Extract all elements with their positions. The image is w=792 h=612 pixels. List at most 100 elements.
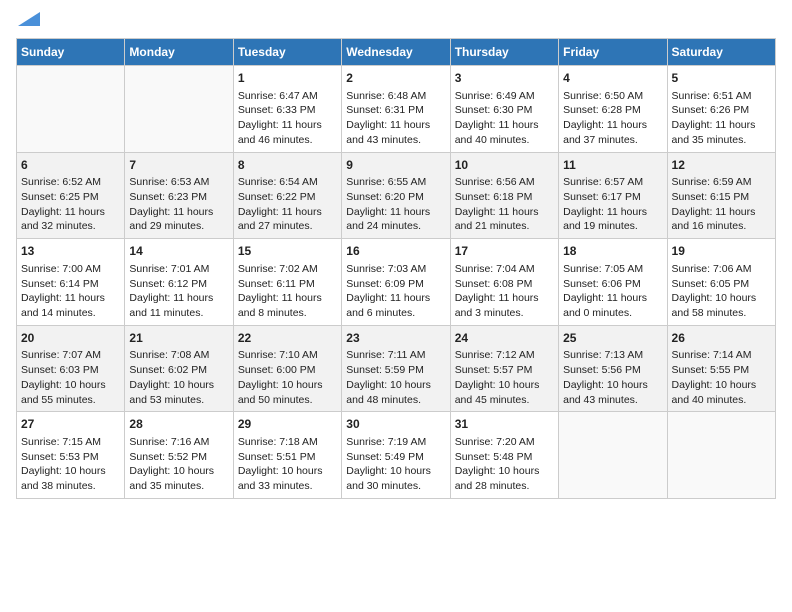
day-info: Sunrise: 7:16 AM Sunset: 5:52 PM Dayligh… [129,435,228,494]
day-info: Sunrise: 7:13 AM Sunset: 5:56 PM Dayligh… [563,348,662,407]
day-info: Sunrise: 7:01 AM Sunset: 6:12 PM Dayligh… [129,262,228,321]
calendar-cell [17,66,125,153]
day-number: 11 [563,157,662,174]
calendar-cell [667,412,775,499]
day-number: 4 [563,70,662,87]
day-number: 30 [346,416,445,433]
day-number: 31 [455,416,554,433]
day-number: 24 [455,330,554,347]
day-number: 13 [21,243,120,260]
day-number: 2 [346,70,445,87]
day-info: Sunrise: 7:18 AM Sunset: 5:51 PM Dayligh… [238,435,337,494]
day-info: Sunrise: 6:55 AM Sunset: 6:20 PM Dayligh… [346,175,445,234]
day-number: 5 [672,70,771,87]
day-info: Sunrise: 6:59 AM Sunset: 6:15 PM Dayligh… [672,175,771,234]
day-number: 26 [672,330,771,347]
day-info: Sunrise: 6:54 AM Sunset: 6:22 PM Dayligh… [238,175,337,234]
day-number: 3 [455,70,554,87]
day-info: Sunrise: 6:56 AM Sunset: 6:18 PM Dayligh… [455,175,554,234]
day-info: Sunrise: 7:10 AM Sunset: 6:00 PM Dayligh… [238,348,337,407]
calendar-cell: 12Sunrise: 6:59 AM Sunset: 6:15 PM Dayli… [667,152,775,239]
day-info: Sunrise: 6:49 AM Sunset: 6:30 PM Dayligh… [455,89,554,148]
day-info: Sunrise: 6:57 AM Sunset: 6:17 PM Dayligh… [563,175,662,234]
calendar-cell: 13 Sunrise: 7:00 AM Sunset: 6:14 PM Dayli… [17,239,125,326]
weekday-header-sunday: Sunday [17,39,125,66]
day-number: 15 [238,243,337,260]
day-number: 29 [238,416,337,433]
calendar-week-row: 6Sunrise: 6:52 AM Sunset: 6:25 PM Daylig… [17,152,776,239]
calendar-table: SundayMondayTuesdayWednesdayThursdayFrid… [16,38,776,499]
calendar-cell: 30 Sunrise: 7:19 AM Sunset: 5:49 PM Dayli… [342,412,450,499]
calendar-cell: 24Sunrise: 7:12 AM Sunset: 5:57 PM Dayli… [450,325,558,412]
day-number: 25 [563,330,662,347]
weekday-header-tuesday: Tuesday [233,39,341,66]
calendar-cell: 2 Sunrise: 6:48 AM Sunset: 6:31 PM Daylig… [342,66,450,153]
calendar-cell: 19Sunrise: 7:06 AM Sunset: 6:05 PM Dayli… [667,239,775,326]
day-number: 19 [672,243,771,260]
calendar-cell: 15 Sunrise: 7:02 AM Sunset: 6:11 PM Dayli… [233,239,341,326]
calendar-cell: 23Sunrise: 7:11 AM Sunset: 5:59 PM Dayli… [342,325,450,412]
calendar-cell: 9Sunrise: 6:55 AM Sunset: 6:20 PM Daylig… [342,152,450,239]
day-info: Sunrise: 7:15 AM Sunset: 5:53 PM Dayligh… [21,435,120,494]
calendar-cell: 21Sunrise: 7:08 AM Sunset: 6:02 PM Dayli… [125,325,233,412]
day-info: Sunrise: 7:04 AM Sunset: 6:08 PM Dayligh… [455,262,554,321]
day-info: Sunrise: 7:20 AM Sunset: 5:48 PM Dayligh… [455,435,554,494]
calendar-cell: 25Sunrise: 7:13 AM Sunset: 5:56 PM Dayli… [559,325,667,412]
calendar-cell: 14 Sunrise: 7:01 AM Sunset: 6:12 PM Dayli… [125,239,233,326]
day-info: Sunrise: 7:05 AM Sunset: 6:06 PM Dayligh… [563,262,662,321]
calendar-cell: 31 Sunrise: 7:20 AM Sunset: 5:48 PM Dayli… [450,412,558,499]
calendar-cell: 26Sunrise: 7:14 AM Sunset: 5:55 PM Dayli… [667,325,775,412]
calendar-week-row: 1Sunrise: 6:47 AM Sunset: 6:33 PM Daylig… [17,66,776,153]
calendar-cell [125,66,233,153]
day-number: 20 [21,330,120,347]
day-info: Sunrise: 7:02 AM Sunset: 6:11 PM Dayligh… [238,262,337,321]
weekday-header-saturday: Saturday [667,39,775,66]
calendar-cell: 18Sunrise: 7:05 AM Sunset: 6:06 PM Dayli… [559,239,667,326]
day-info: Sunrise: 7:19 AM Sunset: 5:49 PM Dayligh… [346,435,445,494]
day-number: 16 [346,243,445,260]
day-number: 27 [21,416,120,433]
calendar-cell: 29 Sunrise: 7:18 AM Sunset: 5:51 PM Dayli… [233,412,341,499]
calendar-cell: 16Sunrise: 7:03 AM Sunset: 6:09 PM Dayli… [342,239,450,326]
calendar-cell: 27 Sunrise: 7:15 AM Sunset: 5:53 PM Dayli… [17,412,125,499]
day-number: 7 [129,157,228,174]
weekday-header-wednesday: Wednesday [342,39,450,66]
day-info: Sunrise: 7:00 AM Sunset: 6:14 PM Dayligh… [21,262,120,321]
day-info: Sunrise: 6:48 AM Sunset: 6:31 PM Dayligh… [346,89,445,148]
calendar-cell: 6Sunrise: 6:52 AM Sunset: 6:25 PM Daylig… [17,152,125,239]
day-number: 22 [238,330,337,347]
weekday-header-friday: Friday [559,39,667,66]
day-number: 12 [672,157,771,174]
calendar-cell: 17 Sunrise: 7:04 AM Sunset: 6:08 PM Dayli… [450,239,558,326]
day-info: Sunrise: 6:50 AM Sunset: 6:28 PM Dayligh… [563,89,662,148]
day-number: 17 [455,243,554,260]
calendar-week-row: 20Sunrise: 7:07 AM Sunset: 6:03 PM Dayli… [17,325,776,412]
calendar-week-row: 27 Sunrise: 7:15 AM Sunset: 5:53 PM Dayli… [17,412,776,499]
calendar-week-row: 13 Sunrise: 7:00 AM Sunset: 6:14 PM Dayli… [17,239,776,326]
day-number: 8 [238,157,337,174]
day-info: Sunrise: 7:07 AM Sunset: 6:03 PM Dayligh… [21,348,120,407]
calendar-cell: 8Sunrise: 6:54 AM Sunset: 6:22 PM Daylig… [233,152,341,239]
weekday-header-thursday: Thursday [450,39,558,66]
logo [16,16,40,26]
day-number: 21 [129,330,228,347]
day-info: Sunrise: 7:12 AM Sunset: 5:57 PM Dayligh… [455,348,554,407]
calendar-cell: 28Sunrise: 7:16 AM Sunset: 5:52 PM Dayli… [125,412,233,499]
calendar-cell: 1Sunrise: 6:47 AM Sunset: 6:33 PM Daylig… [233,66,341,153]
day-info: Sunrise: 6:53 AM Sunset: 6:23 PM Dayligh… [129,175,228,234]
calendar-cell: 10Sunrise: 6:56 AM Sunset: 6:18 PM Dayli… [450,152,558,239]
calendar-header-row: SundayMondayTuesdayWednesdayThursdayFrid… [17,39,776,66]
day-number: 1 [238,70,337,87]
day-number: 14 [129,243,228,260]
day-number: 10 [455,157,554,174]
logo-icon [18,12,40,26]
calendar-cell: 22Sunrise: 7:10 AM Sunset: 6:00 PM Dayli… [233,325,341,412]
calendar-cell: 7Sunrise: 6:53 AM Sunset: 6:23 PM Daylig… [125,152,233,239]
page-header [16,16,776,26]
day-number: 23 [346,330,445,347]
calendar-cell: 3 Sunrise: 6:49 AM Sunset: 6:30 PM Daylig… [450,66,558,153]
calendar-cell: 20Sunrise: 7:07 AM Sunset: 6:03 PM Dayli… [17,325,125,412]
weekday-header-monday: Monday [125,39,233,66]
calendar-cell: 5Sunrise: 6:51 AM Sunset: 6:26 PM Daylig… [667,66,775,153]
calendar-cell [559,412,667,499]
